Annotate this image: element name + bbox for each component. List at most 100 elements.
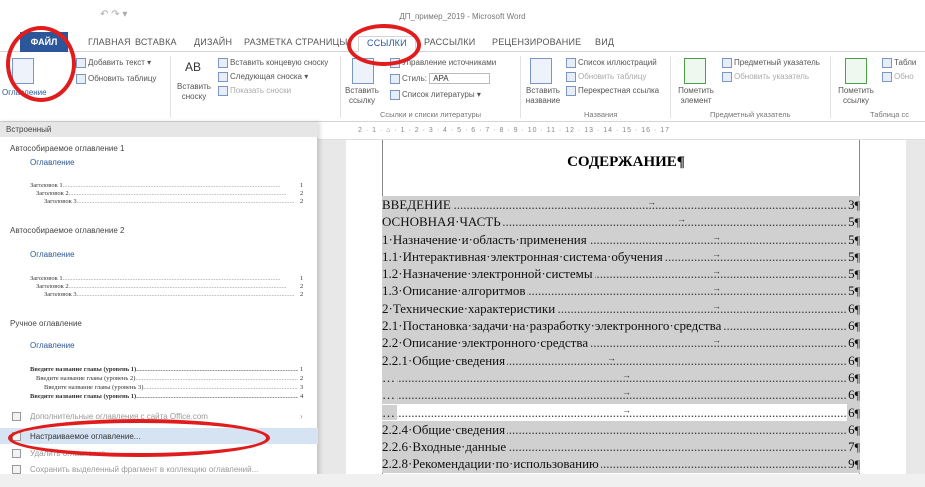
update-table-label: Обновить таблицу	[88, 74, 157, 84]
toc-entry[interactable]: ОСНОВНАЯ·ЧАСТЬ..........................…	[382, 213, 860, 231]
toc-entry[interactable]: 2.2.1·Общие·сведения....................…	[382, 351, 860, 369]
tab-arrow-icon: →	[622, 404, 631, 415]
toc-entry[interactable]: 2.2·Описание·электронного·средства......…	[382, 334, 860, 352]
toc-entry[interactable]: 2.1·Постановка·задачи·на·разработку·элек…	[382, 317, 860, 335]
toc-entry[interactable]: 1.3·Описание·алгоритмов.................…	[382, 282, 860, 300]
tab-arrow-icon: →	[622, 369, 631, 380]
next-footnote-button[interactable]: Следующая сноска ▾	[218, 72, 308, 82]
toc-entry-page: 5	[847, 213, 860, 231]
update-table-button[interactable]: Обновить таблицу	[76, 74, 156, 84]
tab-design[interactable]: ДИЗАЙН	[194, 37, 232, 47]
toc-entry-text: 2·Технические·характеристики	[382, 300, 558, 316]
toc-preview-line: Заголовок 1	[30, 275, 298, 282]
tab-arrow-icon: →	[712, 300, 721, 311]
toc-preview-line: Заголовок 1	[30, 182, 298, 189]
style-select[interactable]: Стиль: APA	[390, 73, 490, 85]
update-figures-label: Обновить таблицу	[578, 72, 647, 82]
insert-footnote-button[interactable]: Вставить сноску	[176, 82, 212, 102]
document-toc[interactable]: ВВЕДЕНИЕ................................…	[382, 196, 860, 473]
bibliography-button[interactable]: Список литературы ▾	[390, 90, 481, 100]
mark-entry-button[interactable]: Пометить элемент	[676, 86, 716, 106]
toc-preview-page: 4	[300, 393, 304, 400]
tab-review[interactable]: РЕЦЕНЗИРОВАНИЕ	[492, 37, 581, 47]
insert-caption-icon	[530, 58, 552, 84]
toc-leader-dots: ........................................…	[382, 387, 846, 403]
toc-entry-text: …	[382, 369, 397, 385]
style-value[interactable]: APA	[429, 73, 490, 85]
show-notes-button[interactable]: Показать сноски	[218, 86, 291, 96]
toc-entry[interactable]: ….......................................…	[382, 403, 860, 421]
auto-toc-2-link[interactable]: Оглавление	[30, 250, 75, 259]
toc-entry[interactable]: 1.2·Назначение·электронной·системы......…	[382, 265, 860, 283]
toc-entry-text: 1.3·Описание·алгоритмов	[382, 283, 528, 299]
show-notes-icon	[218, 86, 228, 96]
save-selection-icon	[12, 465, 21, 474]
insert-index-button[interactable]: Предметный указатель	[722, 58, 820, 68]
tab-arrow-icon: →	[712, 231, 721, 242]
toc-entry-text: 2.2.6·Входные·данные	[382, 439, 509, 455]
toc-preview-line: Заголовок 3	[30, 291, 298, 298]
divider	[520, 56, 521, 118]
table-authorities-button[interactable]: Табли	[882, 58, 916, 68]
toc-entry-page: 5	[847, 265, 860, 283]
toc-entry[interactable]: 2·Технические·характеристики............…	[382, 299, 860, 318]
style-icon	[390, 74, 400, 84]
insert-index-label: Предметный указатель	[734, 58, 820, 68]
tab-home[interactable]: ГЛАВНАЯ	[88, 37, 131, 47]
group-authorities-label: Таблица сс	[870, 110, 909, 119]
tab-mailings[interactable]: РАССЫЛКИ	[424, 37, 475, 47]
toc-preview-line: Заголовок 2	[30, 190, 298, 197]
toc-entry[interactable]: ВВЕДЕНИЕ................................…	[382, 196, 860, 214]
mark-entry-icon	[684, 58, 706, 84]
toc-entry-text: 2.2.4·Общие·сведения	[382, 421, 508, 437]
toc-entry[interactable]: 1.1·Интерактивная·электронная·система·об…	[382, 247, 860, 266]
tab-layout[interactable]: РАЗМЕТКА СТРАНИЦЫ	[244, 37, 348, 47]
insert-endnote-button[interactable]: Вставить концевую сноску	[218, 58, 328, 68]
add-text-label: Добавить текст	[88, 58, 145, 68]
figures-list-button[interactable]: Список иллюстраций	[566, 58, 657, 68]
manage-sources-label: Управление источниками	[402, 58, 497, 68]
horizontal-ruler[interactable]: 2 · 1 · ⌂ · 1 · 2 · 3 · 4 · 5 · 6 · 7 · …	[318, 122, 925, 140]
add-text-button[interactable]: Добавить текст ▾	[76, 58, 151, 68]
toc-entry[interactable]: ….......................................…	[382, 368, 860, 387]
auto-toc-1-title[interactable]: Автособираемое оглавление 1	[10, 144, 125, 153]
manual-toc-title[interactable]: Ручное оглавление	[10, 319, 82, 328]
toc-entry-page: 6	[847, 368, 860, 387]
save-selection-item[interactable]: Сохранить выделенный фрагмент в коллекци…	[30, 465, 258, 474]
toc-leader-dots: ........................................…	[382, 404, 846, 420]
auto-toc-1-link[interactable]: Оглавление	[30, 158, 75, 167]
toc-preview-line: Введите название главы (уровень 3)	[30, 384, 298, 391]
toc-entry-text: 1.1·Интерактивная·электронная·система·об…	[382, 248, 665, 264]
window-title: ДП_пример_2019 - Microsoft Word	[399, 12, 526, 21]
document-heading[interactable]: СОДЕРЖАНИЕ¶	[346, 154, 906, 171]
update-figures-icon	[566, 72, 576, 82]
cross-reference-button[interactable]: Перекрестная ссылка	[566, 86, 659, 96]
tab-insert[interactable]: ВСТАВКА	[135, 37, 177, 47]
builtin-header: Встроенный	[0, 122, 318, 137]
toc-entry-page: 6	[847, 317, 860, 335]
mark-citation-button[interactable]: Пометить ссылку	[836, 86, 876, 106]
manual-toc-link[interactable]: Оглавление	[30, 341, 75, 350]
insert-caption-button[interactable]: Вставить название	[523, 86, 563, 106]
toc-entry[interactable]: ….......................................…	[382, 386, 860, 404]
toc-entry-page: 7	[847, 438, 860, 456]
update-index-button[interactable]: Обновить указатель	[722, 72, 809, 82]
toc-entry-page: 5	[847, 230, 860, 248]
toc-entry[interactable]: 2.2.4·Общие·сведения....................…	[382, 420, 860, 439]
tab-view[interactable]: ВИД	[595, 37, 614, 47]
group-captions-label: Названия	[584, 110, 618, 119]
update-authorities-button[interactable]: Обно	[882, 72, 914, 82]
tab-arrow-icon: →	[712, 283, 721, 294]
toc-entry[interactable]: 2.2.6·Входные·данные....................…	[382, 438, 860, 456]
toc-entry-page: 5	[847, 282, 860, 300]
document-page[interactable]: СОДЕРЖАНИЕ¶ ВВЕДЕНИЕ....................…	[346, 140, 906, 487]
divider	[340, 56, 341, 118]
update-figures-button[interactable]: Обновить таблицу	[566, 72, 646, 82]
next-footnote-icon	[218, 72, 228, 82]
toc-entry[interactable]: 1·Назначение·и·область·применения.......…	[382, 230, 860, 248]
divider	[170, 56, 171, 118]
auto-toc-2-title[interactable]: Автособираемое оглавление 2	[10, 226, 125, 235]
toc-leader-dots: ........................................…	[382, 369, 846, 385]
insert-citation-button[interactable]: Вставить ссылку	[344, 86, 380, 106]
toc-entry[interactable]: 2.2.8·Рекомендации·по·использованию.....…	[382, 455, 860, 473]
